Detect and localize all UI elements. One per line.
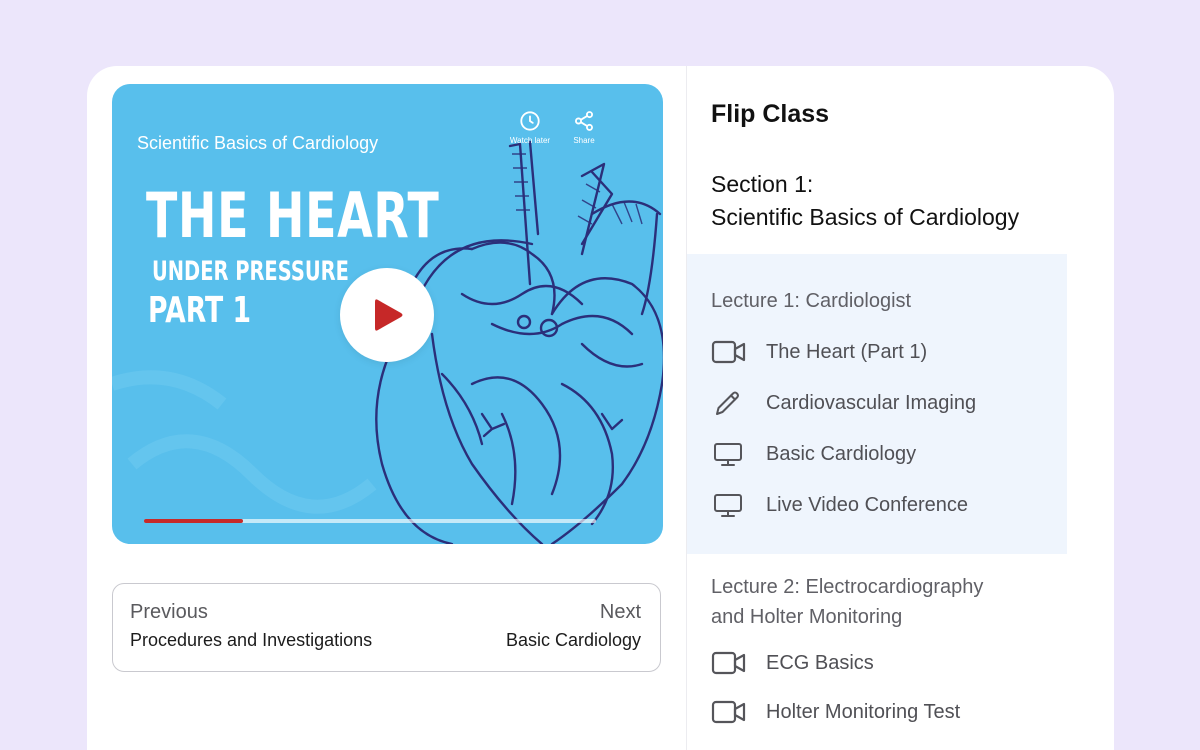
previous-lesson-link[interactable]: Previous Procedures and Investigations bbox=[130, 601, 372, 651]
next-label: Next bbox=[599, 601, 641, 623]
video-player[interactable]: Scientific Basics of Cardiology Watch la… bbox=[112, 84, 663, 544]
lesson-navigation: Previous Procedures and Investigations N… bbox=[112, 583, 661, 672]
lesson-item-ecg-basics[interactable]: ECG Basics bbox=[711, 649, 874, 677]
share-icon bbox=[575, 111, 593, 131]
lecture-2-heading[interactable]: Lecture 2: Electrocardiography and Holte… bbox=[711, 572, 983, 632]
monitor-icon bbox=[711, 440, 749, 468]
previous-lesson-title: Procedures and Investigations bbox=[130, 630, 373, 650]
next-lesson-link[interactable]: Next Basic Cardiology bbox=[506, 601, 641, 651]
play-button[interactable] bbox=[340, 268, 434, 362]
section-title: Section 1: Scientific Basics of Cardiolo… bbox=[711, 168, 1019, 234]
lesson-item-basic-cardiology[interactable]: Basic Cardiology bbox=[711, 440, 916, 468]
section-name: Scientific Basics of Cardiology bbox=[711, 204, 1020, 230]
share-label: Share bbox=[573, 136, 595, 145]
clock-icon bbox=[520, 111, 540, 131]
video-camera-icon bbox=[711, 338, 749, 366]
pencil-icon bbox=[711, 389, 749, 417]
video-camera-icon bbox=[711, 649, 749, 677]
watch-later-button[interactable]: Watch later bbox=[506, 110, 554, 145]
lesson-item-the-heart[interactable]: The Heart (Part 1) bbox=[711, 338, 927, 366]
watch-later-label: Watch later bbox=[509, 136, 551, 145]
course-sidebar: Flip Class Section 1: Scientific Basics … bbox=[687, 66, 1114, 750]
lesson-label: The Heart (Part 1) bbox=[766, 340, 928, 363]
lesson-label: Cardiovascular Imaging bbox=[766, 391, 977, 414]
lesson-label: ECG Basics bbox=[766, 651, 874, 674]
lesson-label: Live Video Conference bbox=[766, 493, 968, 516]
video-title: Scientific Basics of Cardiology bbox=[137, 133, 379, 153]
share-button[interactable]: Share bbox=[560, 110, 608, 145]
lesson-item-holter-monitoring-test[interactable]: Holter Monitoring Test bbox=[711, 698, 960, 726]
video-heading-line-3: PART 1 bbox=[148, 290, 251, 331]
video-progress-fill bbox=[144, 519, 244, 523]
lesson-item-cardiovascular-imaging[interactable]: Cardiovascular Imaging bbox=[711, 389, 976, 417]
monitor-icon bbox=[711, 491, 749, 519]
section-number: Section 1: bbox=[711, 171, 814, 197]
lesson-label: Basic Cardiology bbox=[766, 442, 917, 465]
lecture-1-title: Lecture 1: Cardiologist bbox=[711, 290, 912, 312]
lecture-2-title-line-2: and Holter Monitoring bbox=[711, 606, 903, 628]
lecture-1-heading[interactable]: Lecture 1: Cardiologist bbox=[711, 286, 911, 316]
video-heading-line-1: THE HEART bbox=[146, 179, 440, 252]
lesson-item-live-video-conference[interactable]: Live Video Conference bbox=[711, 491, 968, 519]
lecture-2-title-line-1: Lecture 2: Electrocardiography bbox=[711, 576, 984, 598]
course-player-card: Scientific Basics of Cardiology Watch la… bbox=[87, 66, 1114, 750]
play-icon bbox=[375, 299, 403, 331]
video-camera-icon bbox=[711, 698, 749, 726]
video-progress-bar[interactable] bbox=[144, 519, 596, 523]
next-lesson-title: Basic Cardiology bbox=[505, 630, 641, 650]
course-title: Flip Class bbox=[711, 100, 830, 128]
lesson-label: Holter Monitoring Test bbox=[766, 700, 961, 723]
previous-label: Previous bbox=[130, 601, 208, 623]
video-heading-line-2: UNDER PRESSURE bbox=[152, 256, 349, 287]
